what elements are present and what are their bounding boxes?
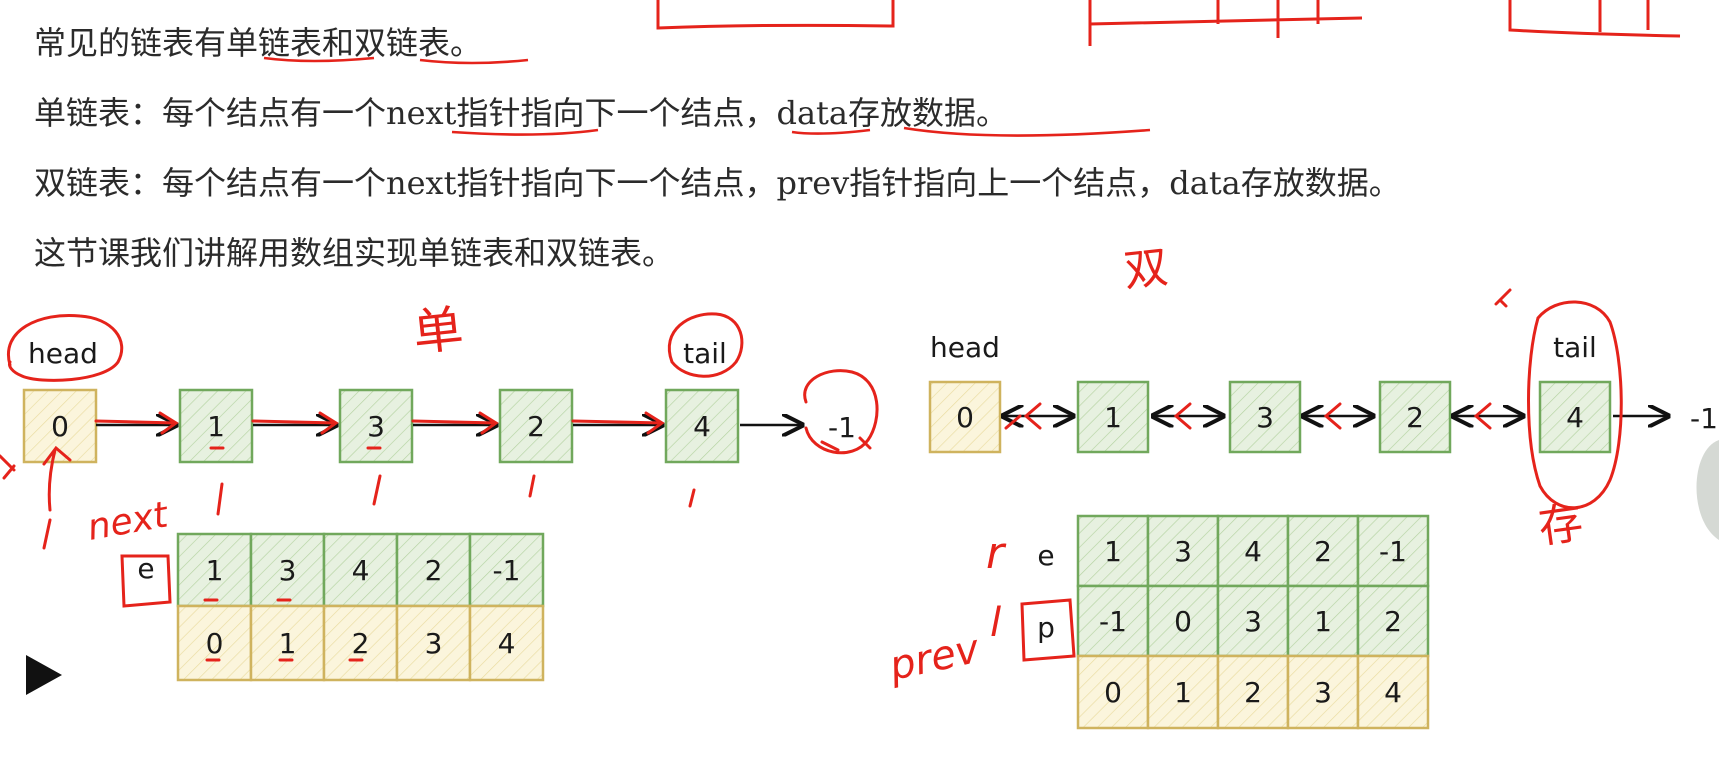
single-e-cell-value: 4 [352,554,370,587]
single-e-cell: 2 [395,532,472,608]
double-index-cell: 1 [1146,654,1220,730]
double-e-cell: 2 [1286,514,1360,588]
single-e-cell: 3 [249,532,326,608]
double-p-cell-value: 0 [1174,605,1192,638]
single-e-cell: 4 [322,532,399,608]
single-e-cell-value: 1 [206,554,224,587]
double-e-cell: 1 [1076,514,1150,588]
single-node: 2 [498,388,574,464]
single-node: 4 [664,388,740,464]
single-index-cell: 0 [176,604,253,682]
double-e-cell: 3 [1146,514,1220,588]
next-annotation: next [84,494,172,549]
double-e-cell-value: 4 [1244,535,1262,568]
double-node-value: 2 [1406,401,1424,434]
double-p-cell: 0 [1146,584,1220,658]
double-node: 1 [1076,380,1150,454]
double-e-cell: 4 [1216,514,1290,588]
single-array-table: 1 3 4 2 -1 0 1 2 3 4 [176,532,545,682]
double-p-cell: -1 [1076,584,1150,658]
single-node-value: 1 [207,410,225,443]
double-tail-label: tail [1553,331,1597,364]
r-annotation: r [986,528,1007,579]
double-node: 3 [1228,380,1302,454]
single-e-cell-value: 2 [425,554,443,587]
single-node-value: 4 [693,410,711,443]
store-char: 存 [1535,497,1586,554]
single-char: 单 [410,300,466,363]
play-icon[interactable] [22,652,66,698]
double-p-cell: 1 [1286,584,1360,658]
double-e-cell: -1 [1356,514,1430,588]
double-node: 0 [928,380,1002,454]
single-tail-label: tail [683,337,727,370]
single-head-label: head [28,337,98,370]
double-index-cell-value: 3 [1314,676,1332,709]
double-array-table: 1 3 4 2 -1 -1 0 3 1 2 0 1 2 3 4 [1076,514,1430,730]
l-annotation: l [990,600,1001,646]
double-index-cell: 0 [1076,654,1150,730]
double-node-value: 1 [1104,401,1122,434]
double-head-label: head [930,331,1000,364]
single-index-cell-value: 2 [352,627,370,660]
double-index-cell-value: 1 [1174,676,1192,709]
double-p-label: p [1037,611,1055,644]
double-p-cell: 2 [1356,584,1430,658]
double-p-cell-value: 2 [1384,605,1402,638]
double-node: 2 [1378,380,1452,454]
top-edge-sketch [656,0,1681,46]
double-index-cell-value: 2 [1244,676,1262,709]
double-null-label: -1 [1690,402,1718,435]
text-underlines [263,56,1151,137]
double-index-cell: 3 [1286,654,1360,730]
single-index-cell-value: 3 [425,627,443,660]
double-p-cell-value: 3 [1244,605,1262,638]
double-e-cell-value: -1 [1379,535,1407,568]
double-node-value: 0 [956,401,974,434]
single-index-cell-value: 0 [206,627,224,660]
double-char: 双 [1121,242,1170,297]
single-null-label: -1 [828,411,856,444]
single-index-cell-value: 4 [498,627,516,660]
linked-list-diagram: 0 1 3 2 4 head tail -1 1 3 4 2 -1 0 1 2 3 4 e 0 1 3 2 4 h… [0,0,1719,730]
double-index-cell-value: 4 [1384,676,1402,709]
single-index-cell: 1 [249,604,326,682]
double-node: 4 [1538,380,1612,454]
single-index-cell-value: 1 [279,627,297,660]
single-index-cell: 2 [322,604,399,682]
double-e-cell-value: 2 [1314,535,1332,568]
single-node: 3 [338,388,414,464]
double-node-value: 4 [1566,401,1584,434]
single-index-cell: 4 [468,604,545,682]
double-e-label: e [1037,539,1054,572]
double-index-cell-value: 0 [1104,676,1122,709]
prev-annotation: prev [885,626,985,690]
double-p-cell-value: -1 [1099,605,1127,638]
single-node-value: 0 [51,410,69,443]
single-node-value: 2 [527,410,545,443]
single-index-cell: 3 [395,604,472,682]
single-node-value: 3 [367,410,385,443]
edge-decoration [1696,440,1719,540]
single-e-cell: 1 [176,532,253,608]
double-e-cell-value: 3 [1174,535,1192,568]
double-index-cell: 2 [1216,654,1290,730]
double-p-cell: 3 [1216,584,1290,658]
double-node-value: 3 [1256,401,1274,434]
single-e-cell-value: -1 [493,554,521,587]
single-node: 1 [178,388,254,464]
single-e-cell-value: 3 [279,554,297,587]
double-p-cell-value: 1 [1314,605,1332,638]
double-index-cell: 4 [1356,654,1430,730]
double-e-cell-value: 1 [1104,535,1122,568]
single-e-cell: -1 [468,532,545,608]
